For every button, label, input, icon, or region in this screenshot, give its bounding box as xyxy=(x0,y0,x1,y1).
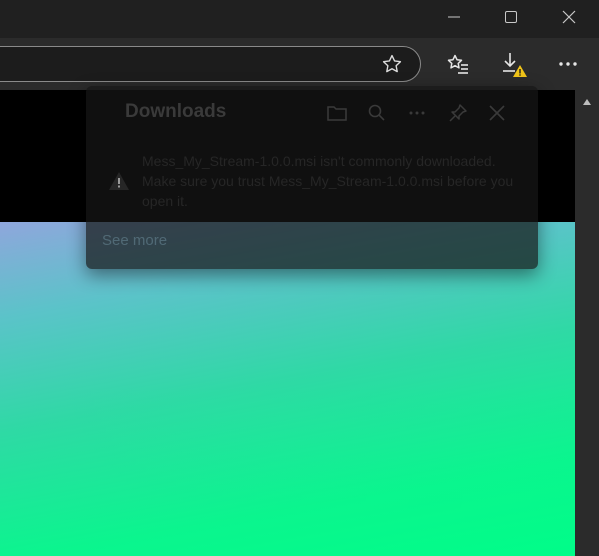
search-icon xyxy=(368,104,385,121)
favorites-list-icon xyxy=(447,54,468,74)
open-folder-button[interactable] xyxy=(323,99,351,127)
downloads-title: Downloads xyxy=(125,101,227,122)
favorites-button[interactable] xyxy=(441,47,475,81)
downloads-more-button[interactable] xyxy=(403,99,431,127)
hero-gradient xyxy=(0,222,575,556)
pin-button[interactable] xyxy=(444,99,472,127)
title-bar xyxy=(0,0,599,38)
close-downloads-button[interactable] xyxy=(483,99,511,127)
folder-icon xyxy=(327,106,347,121)
minimize-icon xyxy=(448,16,460,18)
minimize-button[interactable] xyxy=(430,0,478,34)
see-more-link[interactable]: See more xyxy=(102,232,167,249)
warning-text: Mess_My_Stream-1.0.0.msi isn't commonly … xyxy=(142,153,514,209)
download-warning-icon xyxy=(503,53,527,77)
search-downloads-button[interactable] xyxy=(363,99,391,127)
more-icon xyxy=(409,111,425,115)
star-icon xyxy=(382,54,402,73)
warning-icon xyxy=(109,172,129,190)
close-button[interactable] xyxy=(545,0,593,34)
favorite-button[interactable] xyxy=(375,47,409,81)
hero-band xyxy=(0,390,575,556)
triangle-up-icon xyxy=(583,99,591,105)
downloads-button[interactable] xyxy=(497,47,531,81)
more-icon xyxy=(559,62,577,66)
close-icon xyxy=(562,10,576,24)
downloads-panel: Downloads Mess_My_Stream-1.0.0.msi isn't… xyxy=(86,86,538,269)
pin-icon xyxy=(449,104,467,122)
browser-toolbar xyxy=(0,38,599,90)
maximize-icon xyxy=(505,11,517,23)
close-icon xyxy=(489,105,505,121)
maximize-button[interactable] xyxy=(487,0,535,34)
scroll-up-button[interactable] xyxy=(575,94,599,110)
scrollbar[interactable] xyxy=(575,90,599,556)
more-button[interactable] xyxy=(551,47,585,81)
address-bar[interactable] xyxy=(0,46,421,82)
